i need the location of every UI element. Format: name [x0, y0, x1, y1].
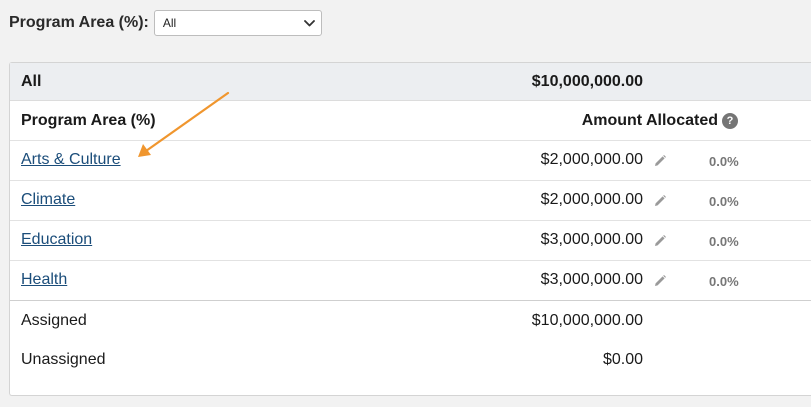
- row-percent: 0.0%: [709, 194, 739, 209]
- pencil-icon[interactable]: [653, 274, 667, 288]
- pencil-icon[interactable]: [653, 154, 667, 168]
- unassigned-row: Unassigned $0.00: [10, 340, 811, 379]
- program-area-select[interactable]: All: [153, 10, 322, 36]
- row-amount: $2,000,000.00: [540, 191, 643, 208]
- allocation-panel: All $10,000,000.00 Program Area (%) Amou…: [9, 62, 811, 396]
- program-link-arts-culture[interactable]: Arts & Culture: [21, 151, 121, 169]
- pencil-icon[interactable]: [653, 194, 667, 208]
- row-percent: 0.0%: [709, 154, 739, 169]
- select-value: All: [162, 16, 177, 30]
- amount-allocated-label: Amount Allocated: [581, 112, 718, 129]
- table-row: Education $3,000,000.00 0.0%: [10, 221, 811, 261]
- total-row: All $10,000,000.00: [10, 63, 811, 101]
- unassigned-amount: $0.00: [602, 351, 643, 368]
- assigned-row: Assigned $10,000,000.00: [10, 301, 811, 340]
- unassigned-label: Unassigned: [21, 351, 106, 368]
- program-link-health[interactable]: Health: [21, 271, 67, 289]
- program-area-filter: Program Area (%): All: [9, 9, 322, 37]
- total-amount: $10,000,000.00: [531, 73, 643, 90]
- program-link-climate[interactable]: Climate: [21, 191, 75, 209]
- table-header: Program Area (%) Amount Allocated ?: [10, 101, 811, 141]
- row-amount: $2,000,000.00: [540, 151, 643, 168]
- assigned-amount: $10,000,000.00: [531, 312, 643, 329]
- total-label: All: [21, 73, 42, 90]
- amount-allocated-column-header: Amount Allocated ?: [582, 112, 738, 130]
- row-percent: 0.0%: [709, 274, 739, 289]
- pencil-icon[interactable]: [653, 234, 667, 248]
- assigned-label: Assigned: [21, 312, 87, 329]
- filter-label: Program Area (%):: [9, 14, 149, 31]
- table-row: Arts & Culture $2,000,000.00 0.0%: [10, 141, 811, 181]
- row-amount: $3,000,000.00: [540, 231, 643, 248]
- row-amount: $3,000,000.00: [540, 271, 643, 288]
- program-area-column-header: Program Area (%): [21, 112, 156, 129]
- table-row: Health $3,000,000.00 0.0%: [10, 261, 811, 301]
- table-row: Climate $2,000,000.00 0.0%: [10, 181, 811, 221]
- chevron-down-icon: [303, 19, 315, 26]
- row-percent: 0.0%: [709, 234, 739, 249]
- help-icon[interactable]: ?: [722, 113, 738, 129]
- program-link-education[interactable]: Education: [21, 231, 92, 249]
